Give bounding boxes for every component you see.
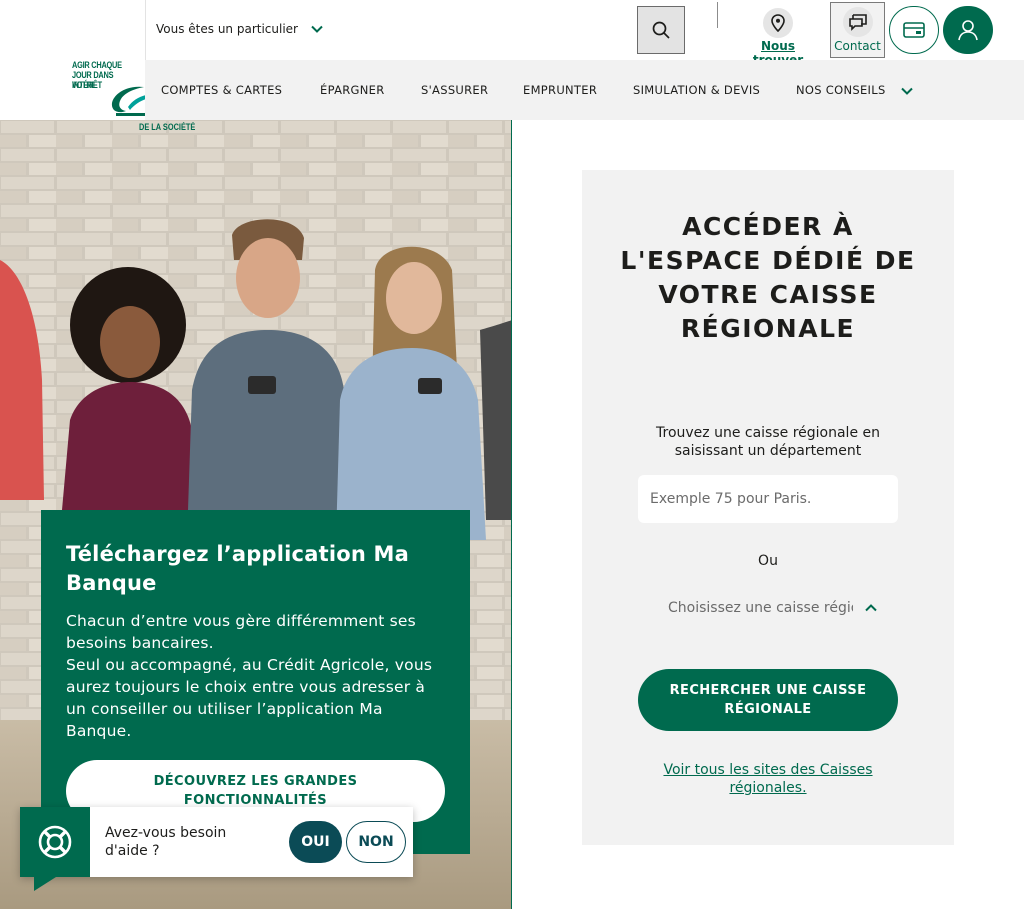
help-question: Avez-vous besoin d'aide ? [105,825,227,859]
search-regional-bank-button[interactable]: RECHERCHER UNE CAISSE RÉGIONALE [638,669,898,731]
nav-item-borrow[interactable]: EMPRUNTER [523,83,597,97]
credit-agricole-logo-icon [111,86,146,116]
user-icon [958,20,978,41]
nav-item-advice-label: NOS CONSEILS [796,83,886,97]
pin-circle [763,8,793,38]
logo-tagline-line: AGIR CHAQUE [72,60,122,70]
main-nav: COMPTES & CARTES ÉPARGNER S'ASSURER EMPR… [145,60,1024,120]
regional-bank-panel: ACCÉDER À L'ESPACE DÉDIÉ DE VOTRE CAISSE… [582,170,954,845]
profile-selector-label: Vous êtes un particulier [156,22,298,36]
promo-title: Téléchargez l’application Ma Banque [66,542,409,595]
regional-bank-select-value: Choisissez une caisse régionale [668,600,853,616]
contact-bubble [842,7,873,37]
promo-paragraph-2: Seul ou accompagné, au Crédit Agricole, … [66,656,433,740]
promo-paragraph-1: Chacun d’entre vous gère différemment se… [66,612,416,652]
location-pin-icon [771,14,785,32]
help-widget: Avez-vous besoin d'aide ? OUI NON [20,807,413,891]
lifebuoy-icon [38,825,72,859]
chat-bubble-icon [848,14,867,31]
department-hint: Trouvez une caisse régionale en saisissa… [656,425,880,459]
find-agency-link[interactable]: Nous trouver [737,8,819,67]
logo-tagline-line: INTÉRÊT [72,80,102,90]
profile-selector[interactable]: Vous êtes un particulier [156,22,324,36]
or-separator: Ou [758,553,778,569]
nav-item-advice[interactable]: NOS CONSEILS [796,83,914,98]
contact-label: Contact [834,39,881,53]
search-icon [652,21,670,39]
help-tail [34,877,56,891]
chevron-down-icon [311,25,323,33]
accounts-card-button[interactable] [889,6,939,54]
promo-text: Chacun d’entre vous gère différemment se… [66,610,445,742]
chevron-up-icon [865,604,877,612]
department-input[interactable] [638,475,898,523]
nav-item-savings[interactable]: ÉPARGNER [320,83,385,97]
help-icon-box [20,807,90,877]
chevron-down-icon [900,87,913,95]
nav-item-simulation[interactable]: SIMULATION & DEVIS [633,83,760,97]
regional-bank-select[interactable]: Choisissez une caisse régionale [668,600,878,616]
all-regional-sites-link[interactable]: Voir tous les sites des Caisses régional… [638,761,898,797]
top-bar: Vous êtes un particulier Nous trouver Co… [145,0,1024,67]
panel-title: ACCÉDER À L'ESPACE DÉDIÉ DE VOTRE CAISSE… [620,212,916,343]
user-account-button[interactable] [943,6,993,54]
brand-logo[interactable]: AGIR CHAQUE JOUR DANS VOTRE INTÉRÊT [0,0,146,120]
app-promo-card: Téléchargez l’application Ma Banque Chac… [41,510,470,854]
nav-item-accounts-cards[interactable]: COMPTES & CARTES [161,83,282,97]
card-icon [903,22,925,38]
header-divider [717,2,718,28]
hero-section: Téléchargez l’application Ma Banque Chac… [0,120,512,909]
logo-subtext: DE LA SOCIÉTÉ [139,122,196,132]
help-yes-button[interactable]: OUI [289,821,342,863]
contact-button[interactable]: Contact [830,2,885,58]
search-button[interactable] [637,6,685,54]
help-no-button[interactable]: NON [346,821,406,863]
nav-item-insurance[interactable]: S'ASSURER [421,83,488,97]
